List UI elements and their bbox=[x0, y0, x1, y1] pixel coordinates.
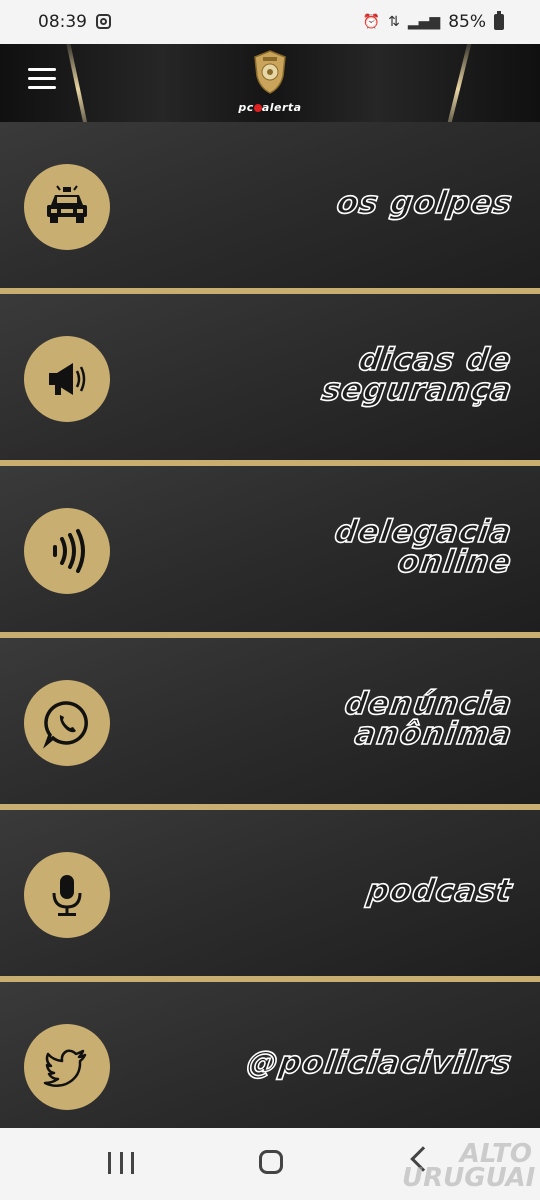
status-bar: 08:39 ⏰ ⇅ ▂▄▆ 85% bbox=[0, 0, 540, 44]
app-logo: pc alerta bbox=[228, 50, 312, 116]
menu-label: os golpes bbox=[333, 184, 515, 222]
status-time: 08:39 bbox=[38, 12, 87, 32]
menu-item-delegacia-online[interactable]: delegacia online bbox=[0, 466, 540, 638]
menu-label: podcast bbox=[363, 872, 515, 910]
gold-divider bbox=[0, 976, 540, 982]
alarm-icon: ⏰ bbox=[362, 14, 381, 30]
battery-icon bbox=[494, 11, 504, 30]
data-icon: ⇅ bbox=[388, 14, 400, 30]
logo-text: pc alerta bbox=[238, 101, 302, 114]
light-streak-right bbox=[442, 44, 474, 122]
gold-divider bbox=[0, 632, 540, 638]
menu-label: denúncia anônima bbox=[341, 685, 515, 753]
system-nav-bar: ALTO URUGUAI bbox=[0, 1128, 540, 1200]
main-menu: os golpes dicas de segurança delegacia o… bbox=[0, 122, 540, 1154]
signal-icon: ▂▄▆ bbox=[407, 14, 441, 30]
menu-item-podcast[interactable]: podcast bbox=[0, 810, 540, 982]
menu-item-denuncia-anonima[interactable]: denúncia anônima bbox=[0, 638, 540, 810]
gold-divider bbox=[0, 804, 540, 810]
menu-label: @policiacivilrs bbox=[244, 1044, 516, 1082]
menu-label: dicas de segurança bbox=[318, 341, 515, 409]
signal-waves-icon bbox=[24, 508, 110, 594]
menu-item-golpes[interactable]: os golpes bbox=[0, 122, 540, 294]
police-badge-icon bbox=[254, 50, 286, 94]
instagram-notification-icon bbox=[96, 14, 111, 29]
watermark: ALTO URUGUAI bbox=[402, 1139, 536, 1193]
microphone-icon bbox=[24, 852, 110, 938]
app-header: pc alerta bbox=[0, 44, 540, 122]
home-button[interactable] bbox=[259, 1150, 283, 1174]
recents-button[interactable] bbox=[108, 1152, 134, 1174]
menu-label: delegacia online bbox=[332, 513, 516, 581]
police-car-icon bbox=[24, 164, 110, 250]
megaphone-icon bbox=[24, 336, 110, 422]
twitter-icon bbox=[24, 1024, 110, 1110]
status-indicators: ⏰ ⇅ ▂▄▆ 85% bbox=[362, 11, 504, 32]
gold-divider bbox=[0, 288, 540, 294]
whatsapp-icon bbox=[24, 680, 110, 766]
gold-divider bbox=[0, 460, 540, 466]
battery-percent: 85% bbox=[448, 12, 486, 32]
menu-item-dicas-seguranca[interactable]: dicas de segurança bbox=[0, 294, 540, 466]
light-streak-left bbox=[64, 44, 92, 122]
menu-hamburger-icon[interactable] bbox=[28, 68, 56, 92]
